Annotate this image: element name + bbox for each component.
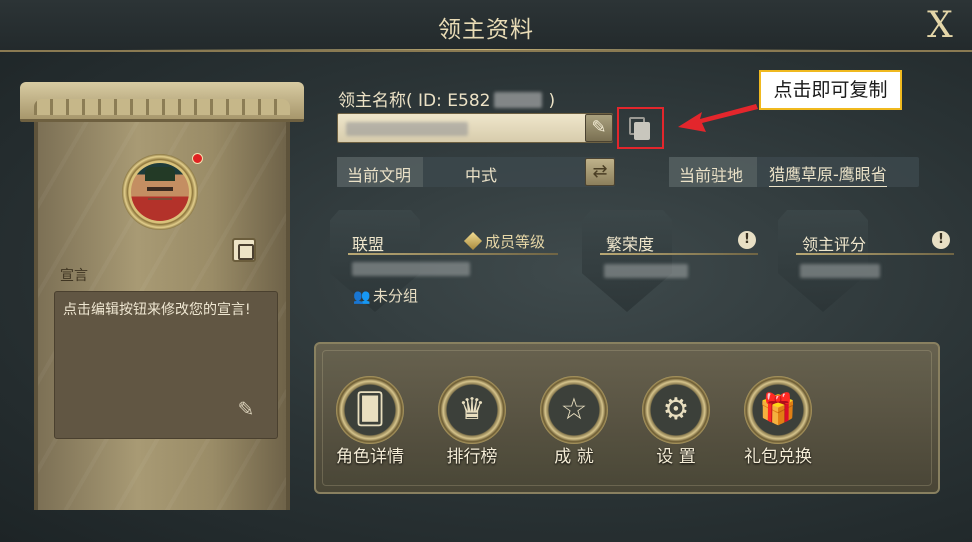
menu-label: 成 就 <box>554 447 594 467</box>
character-details-button[interactable]: 🂠 角色详情 <box>330 376 410 468</box>
alliance-label: 联盟 <box>352 235 385 254</box>
rating-label: 领主评分 <box>802 235 867 254</box>
prosperity-shield <box>582 210 672 312</box>
trophy-icon: ♛ <box>458 392 486 427</box>
rating-divider <box>796 253 954 255</box>
civilization-value: 中式 <box>465 166 498 185</box>
gift-redeem-button[interactable]: 🎁 礼包兑换 <box>738 376 818 468</box>
achievements-button[interactable]: ☆ 成 就 <box>534 376 614 468</box>
civilization-row: 当前文明 中式 <box>337 157 615 187</box>
rank-gem-icon <box>463 231 483 251</box>
copy-hint-callout: 点击即可复制 <box>759 70 902 110</box>
member-level-label: 成员等级 <box>485 233 546 251</box>
civilization-label: 当前文明 <box>347 166 412 185</box>
lord-id-suffix: ) <box>548 91 556 111</box>
redacted-rating <box>800 264 880 278</box>
group-label: 未分组 <box>373 287 419 305</box>
station-link[interactable]: 猎鹰草原-鹰眼省 <box>769 161 887 187</box>
header-bar: 领主资料 X <box>0 0 972 52</box>
menu-label: 设 置 <box>656 447 696 467</box>
menu-label: 角色详情 <box>336 447 404 467</box>
gear-icon: ⚙ <box>662 392 690 427</box>
prosperity-divider <box>600 253 758 255</box>
menu-label: 礼包兑换 <box>744 447 812 467</box>
rating-shield <box>778 210 868 312</box>
redacted-prosperity <box>604 264 688 278</box>
prosperity-label: 繁荣度 <box>606 235 655 254</box>
copy-id-button[interactable] <box>617 107 664 149</box>
lord-id-prefix: ( ID: E582 <box>406 91 491 111</box>
avatar-portrait <box>131 163 189 221</box>
settings-button[interactable]: ⚙ 设 置 <box>636 376 716 468</box>
avatar[interactable] <box>122 154 198 230</box>
rating-info-icon[interactable]: ! <box>932 231 950 249</box>
title-divider <box>120 49 852 50</box>
alliance-group: 👥 未分组 <box>353 285 418 306</box>
redacted-alliance <box>352 262 470 276</box>
cards-icon: 🂠 <box>354 392 386 427</box>
alliance-divider <box>348 253 558 255</box>
lord-name-label: 领主名称 <box>338 91 406 111</box>
red-arrow-annotation <box>678 104 758 132</box>
edit-name-button[interactable]: ✎ <box>585 114 613 142</box>
switch-civilization-button[interactable]: ⇄ <box>585 158 615 186</box>
notification-dot <box>192 153 203 164</box>
menu-label: 排行榜 <box>446 447 498 467</box>
star-icon: ☆ <box>560 392 588 427</box>
prosperity-info-icon[interactable]: ! <box>738 231 756 249</box>
declaration-label: 宣言 <box>60 268 88 284</box>
redacted-name <box>346 122 468 136</box>
group-icon: 👥 <box>353 289 371 305</box>
lord-name-field[interactable] <box>337 113 613 143</box>
leaderboard-button[interactable]: ♛ 排行榜 <box>432 376 512 468</box>
edit-declaration-icon[interactable]: ✎ <box>232 398 260 420</box>
close-button[interactable]: X <box>920 6 960 46</box>
station-row: 当前驻地 猎鹰草原-鹰眼省 <box>669 157 919 187</box>
station-label: 当前驻地 <box>679 166 744 185</box>
gift-icon: 🎁 <box>759 392 797 427</box>
change-portrait-icon[interactable] <box>232 238 256 262</box>
lord-name-heading: 领主名称( ID: E582) <box>338 86 555 111</box>
pillar-capital <box>20 82 304 122</box>
redacted-id <box>494 92 543 108</box>
page-title: 领主资料 <box>438 17 534 43</box>
member-level-link[interactable]: 成员等级 <box>463 231 546 252</box>
